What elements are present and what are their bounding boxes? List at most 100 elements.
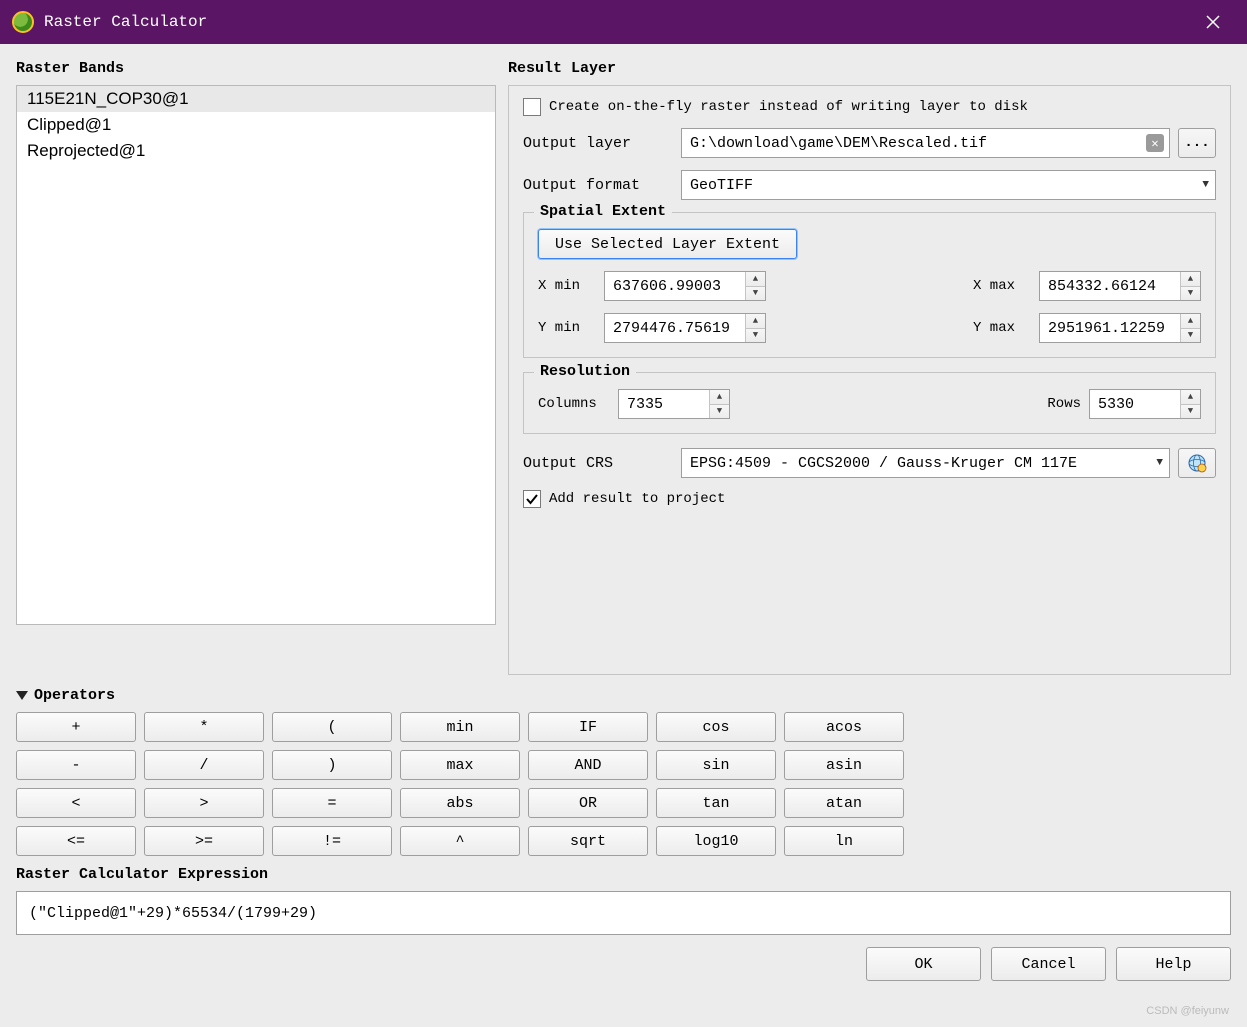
use-selected-extent-button[interactable]: Use Selected Layer Extent bbox=[538, 229, 797, 259]
columns-spinbox[interactable]: ▲▼ bbox=[618, 389, 730, 419]
operator-button[interactable]: + bbox=[16, 712, 136, 742]
add-result-label: Add result to project bbox=[549, 491, 725, 507]
operator-button[interactable]: asin bbox=[784, 750, 904, 780]
operators-grid: +*(minIFcosacos-/)maxANDsinasin<>=absORt… bbox=[16, 712, 1231, 856]
operator-button[interactable]: >= bbox=[144, 826, 264, 856]
chevron-down-icon: ▼ bbox=[1156, 457, 1163, 469]
add-result-checkbox[interactable]: Add result to project bbox=[523, 490, 725, 508]
xmin-input[interactable] bbox=[605, 272, 745, 300]
clear-input-icon[interactable]: ✕ bbox=[1146, 134, 1164, 152]
qgis-logo-icon bbox=[12, 11, 34, 33]
list-item[interactable]: 115E21N_COP30@1 bbox=[17, 86, 495, 112]
spin-down-icon[interactable]: ▼ bbox=[1181, 287, 1200, 301]
output-format-combobox[interactable]: GeoTIFF ▼ bbox=[681, 170, 1216, 200]
operator-button[interactable]: > bbox=[144, 788, 264, 818]
ymin-input[interactable] bbox=[605, 314, 745, 342]
list-item[interactable]: Clipped@1 bbox=[17, 112, 495, 138]
ymin-spinbox[interactable]: ▲▼ bbox=[604, 313, 766, 343]
spin-down-icon[interactable]: ▼ bbox=[710, 405, 729, 419]
operators-title[interactable]: Operators bbox=[16, 687, 1231, 704]
chevron-down-icon: ▼ bbox=[1202, 179, 1209, 191]
raster-bands-title: Raster Bands bbox=[16, 60, 496, 77]
operator-button[interactable]: log10 bbox=[656, 826, 776, 856]
spin-up-icon[interactable]: ▲ bbox=[710, 390, 729, 405]
close-icon bbox=[1206, 15, 1220, 29]
output-crs-value: EPSG:4509 - CGCS2000 / Gauss-Kruger CM 1… bbox=[690, 455, 1077, 472]
select-crs-button[interactable] bbox=[1178, 448, 1216, 478]
spin-up-icon[interactable]: ▲ bbox=[746, 314, 765, 329]
operator-button[interactable]: tan bbox=[656, 788, 776, 818]
output-format-label: Output format bbox=[523, 177, 673, 194]
operator-button[interactable]: != bbox=[272, 826, 392, 856]
spin-down-icon[interactable]: ▼ bbox=[1181, 405, 1200, 419]
raster-bands-listbox[interactable]: 115E21N_COP30@1Clipped@1Reprojected@1 bbox=[16, 85, 496, 625]
operator-button[interactable]: atan bbox=[784, 788, 904, 818]
operator-button[interactable]: AND bbox=[528, 750, 648, 780]
operators-title-label: Operators bbox=[34, 687, 115, 704]
operator-button[interactable]: <= bbox=[16, 826, 136, 856]
rows-label: Rows bbox=[1035, 396, 1081, 412]
ymin-label: Y min bbox=[538, 320, 596, 336]
operator-button[interactable]: ) bbox=[272, 750, 392, 780]
rows-spinbox[interactable]: ▲▼ bbox=[1089, 389, 1201, 419]
operator-button[interactable]: min bbox=[400, 712, 520, 742]
create-on-fly-label: Create on-the-fly raster instead of writ… bbox=[549, 99, 1028, 115]
spin-down-icon[interactable]: ▼ bbox=[746, 329, 765, 343]
dialog-button-row: OK Cancel Help bbox=[16, 947, 1231, 981]
columns-label: Columns bbox=[538, 396, 610, 412]
browse-output-button[interactable]: ... bbox=[1178, 128, 1216, 158]
help-button[interactable]: Help bbox=[1116, 947, 1231, 981]
titlebar: Raster Calculator bbox=[0, 0, 1247, 44]
spatial-extent-title: Spatial Extent bbox=[534, 203, 672, 220]
spin-down-icon[interactable]: ▼ bbox=[746, 287, 765, 301]
output-crs-label: Output CRS bbox=[523, 455, 673, 472]
result-layer-title: Result Layer bbox=[508, 60, 1231, 77]
ymax-spinbox[interactable]: ▲▼ bbox=[1039, 313, 1201, 343]
output-format-value: GeoTIFF bbox=[690, 177, 753, 194]
cancel-button[interactable]: Cancel bbox=[991, 947, 1106, 981]
xmax-input[interactable] bbox=[1040, 272, 1180, 300]
xmax-label: X max bbox=[973, 278, 1031, 294]
operator-button[interactable]: * bbox=[144, 712, 264, 742]
ymax-label: Y max bbox=[973, 320, 1031, 336]
operator-button[interactable]: sin bbox=[656, 750, 776, 780]
spin-up-icon[interactable]: ▲ bbox=[1181, 390, 1200, 405]
watermark-text: CSDN @feiyunw bbox=[1146, 1005, 1229, 1017]
list-item[interactable]: Reprojected@1 bbox=[17, 138, 495, 164]
operator-button[interactable]: max bbox=[400, 750, 520, 780]
operator-button[interactable]: sqrt bbox=[528, 826, 648, 856]
operator-button[interactable]: IF bbox=[528, 712, 648, 742]
xmin-spinbox[interactable]: ▲▼ bbox=[604, 271, 766, 301]
collapse-icon bbox=[16, 691, 28, 700]
output-layer-input[interactable] bbox=[681, 128, 1170, 158]
ok-button[interactable]: OK bbox=[866, 947, 981, 981]
operator-button[interactable]: cos bbox=[656, 712, 776, 742]
xmax-spinbox[interactable]: ▲▼ bbox=[1039, 271, 1201, 301]
ymax-input[interactable] bbox=[1040, 314, 1180, 342]
create-on-fly-checkbox[interactable]: Create on-the-fly raster instead of writ… bbox=[523, 98, 1028, 116]
expression-title: Raster Calculator Expression bbox=[16, 866, 1231, 883]
operator-button[interactable]: acos bbox=[784, 712, 904, 742]
expression-input[interactable] bbox=[16, 891, 1231, 935]
output-crs-combobox[interactable]: EPSG:4509 - CGCS2000 / Gauss-Kruger CM 1… bbox=[681, 448, 1170, 478]
operator-button[interactable]: - bbox=[16, 750, 136, 780]
operator-button[interactable]: = bbox=[272, 788, 392, 818]
operator-button[interactable]: / bbox=[144, 750, 264, 780]
operator-button[interactable]: < bbox=[16, 788, 136, 818]
spin-up-icon[interactable]: ▲ bbox=[746, 272, 765, 287]
operator-button[interactable]: abs bbox=[400, 788, 520, 818]
rows-input[interactable] bbox=[1090, 390, 1180, 418]
globe-icon bbox=[1187, 453, 1207, 473]
spin-up-icon[interactable]: ▲ bbox=[1181, 314, 1200, 329]
spin-up-icon[interactable]: ▲ bbox=[1181, 272, 1200, 287]
spin-down-icon[interactable]: ▼ bbox=[1181, 329, 1200, 343]
operator-button[interactable]: ( bbox=[272, 712, 392, 742]
operator-button[interactable]: OR bbox=[528, 788, 648, 818]
columns-input[interactable] bbox=[619, 390, 709, 418]
operator-button[interactable]: ^ bbox=[400, 826, 520, 856]
xmin-label: X min bbox=[538, 278, 596, 294]
resolution-title: Resolution bbox=[534, 363, 636, 380]
close-button[interactable] bbox=[1191, 0, 1235, 44]
output-layer-label: Output layer bbox=[523, 135, 673, 152]
operator-button[interactable]: ln bbox=[784, 826, 904, 856]
